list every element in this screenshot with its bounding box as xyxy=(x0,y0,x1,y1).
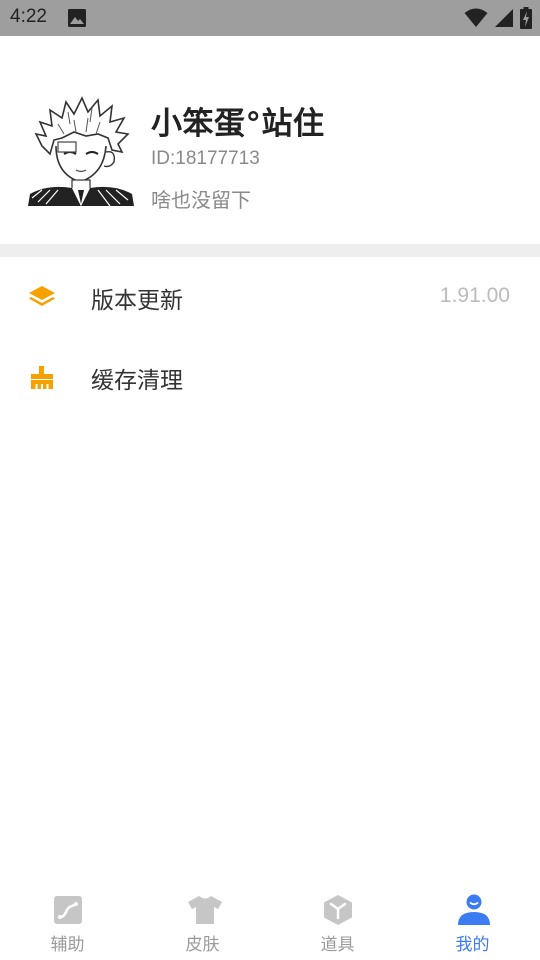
layers-icon xyxy=(28,284,56,310)
menu-item-label: 版本更新 xyxy=(91,288,183,314)
tab-assist[interactable]: 辅助 xyxy=(0,880,135,960)
image-icon xyxy=(68,9,86,31)
user-id: ID:18177713 xyxy=(151,148,260,169)
status-icons xyxy=(464,7,532,33)
version-number: 1.91.00 xyxy=(439,284,510,307)
tab-label: 辅助 xyxy=(50,935,85,955)
user-bio: 啥也没留下 xyxy=(151,188,251,212)
menu-item-label: 缓存清理 xyxy=(91,368,183,394)
section-divider xyxy=(0,244,540,257)
menu-item-cache-clean[interactable]: 缓存清理 xyxy=(0,337,540,417)
status-time: 4:22 xyxy=(10,6,47,27)
profile-header: 小笨蛋°站住 ID:18177713 啥也没留下 xyxy=(0,36,540,244)
wifi-icon xyxy=(464,8,488,32)
bottom-tab-bar: 辅助 皮肤 道具 我的 xyxy=(0,880,540,960)
tab-label: 道具 xyxy=(320,935,355,955)
tab-label: 皮肤 xyxy=(185,935,220,955)
tab-skin[interactable]: 皮肤 xyxy=(135,880,270,960)
status-bar: 4:22 xyxy=(0,0,540,36)
tab-props[interactable]: 道具 xyxy=(270,880,405,960)
menu-item-version-update[interactable]: 版本更新 1.91.00 xyxy=(0,257,540,337)
tshirt-icon xyxy=(187,894,222,926)
battery-charging-icon xyxy=(520,7,532,33)
avatar[interactable] xyxy=(28,94,134,207)
broom-icon xyxy=(28,364,56,390)
user-nickname: 小笨蛋°站住 xyxy=(151,106,325,142)
user-icon xyxy=(457,894,490,926)
tab-label: 我的 xyxy=(455,935,490,955)
assist-icon xyxy=(52,894,84,926)
box-icon xyxy=(322,894,354,926)
signal-icon xyxy=(494,8,514,32)
tab-mine[interactable]: 我的 xyxy=(405,880,540,960)
